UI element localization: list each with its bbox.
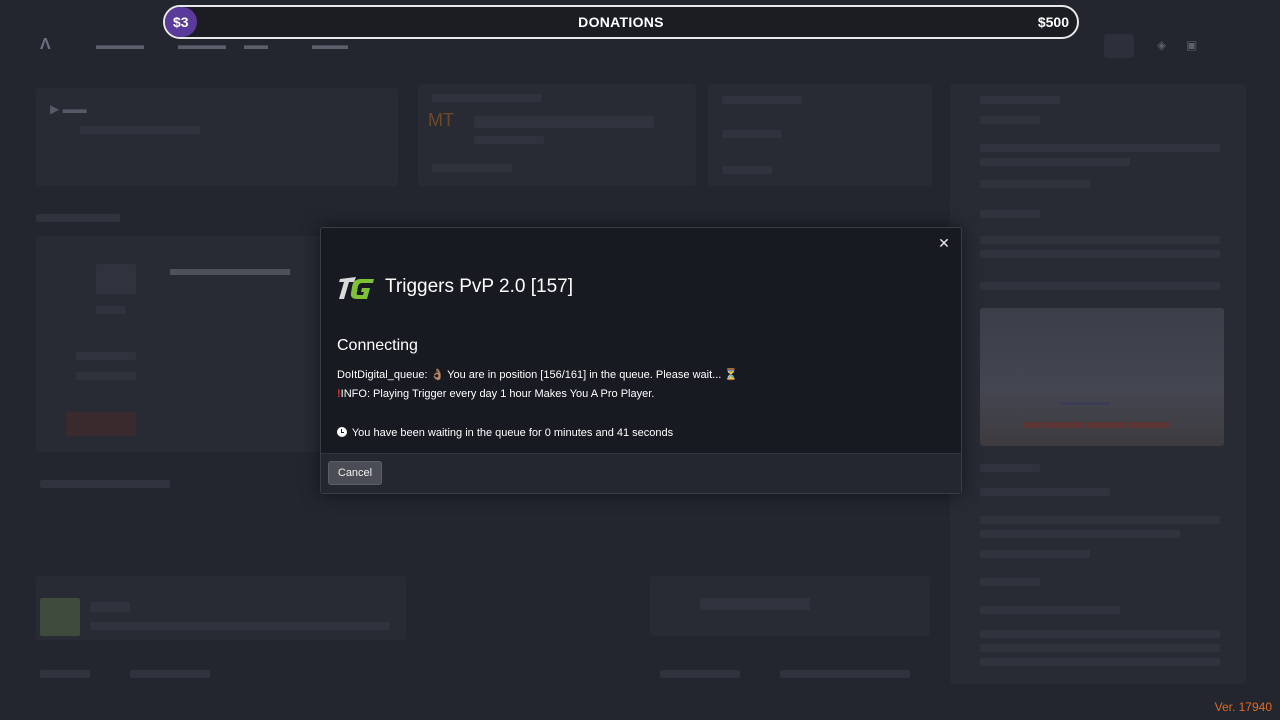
background-line <box>722 166 772 174</box>
background-line <box>722 130 782 138</box>
ok-hand-icon: 👌🏽 <box>430 369 445 381</box>
queue-message-prefix: DoItDigital_queue: <box>337 369 428 381</box>
background-line <box>130 670 210 678</box>
background-line <box>980 116 1040 124</box>
background-line <box>980 550 1090 558</box>
donation-goal-amount: $500 <box>1037 14 1069 30</box>
wait-time-text: You have been waiting in the queue for 0… <box>351 427 674 439</box>
background-line <box>980 606 1120 614</box>
background-line <box>980 180 1090 188</box>
status-heading: Connecting <box>337 337 418 354</box>
background-line <box>980 158 1130 166</box>
background-avatar <box>40 598 80 636</box>
background-line <box>980 530 1180 538</box>
background-line <box>780 670 910 678</box>
background-line <box>96 264 136 294</box>
background-card <box>708 84 932 186</box>
promo-banner-image: ▬▬▬▬▬ ▬▬▬▬▬▬▬ <box>980 308 1224 446</box>
app-logo-icon: Λ <box>40 36 51 53</box>
cancel-button[interactable]: Cancel <box>328 461 382 485</box>
background-line <box>36 214 120 222</box>
version-label: Ver. 17940 <box>1214 700 1272 714</box>
background-line <box>76 352 136 360</box>
background-line <box>700 598 810 610</box>
background-line <box>80 126 200 134</box>
background-line <box>980 464 1040 472</box>
dialog-footer: Cancel <box>321 453 961 493</box>
nav-item: ▬▬ <box>244 38 268 52</box>
background-card: MT <box>418 84 696 186</box>
background-line <box>980 236 1220 244</box>
background-line <box>980 250 1220 258</box>
background-line <box>40 480 170 488</box>
connecting-dialog: ✕ Triggers PvP 2.0 [157] Connecting DoIt… <box>320 227 962 494</box>
background-line <box>90 622 390 630</box>
nav-item: ▬▬▬▬ <box>178 38 226 52</box>
background-card <box>650 576 930 636</box>
background-line <box>980 578 1040 586</box>
background-line <box>474 116 654 128</box>
background-text: ▶ ▬▬ <box>50 102 87 116</box>
hourglass-icon: ⏳ <box>724 369 739 381</box>
nav-item: ▬▬▬▬ <box>96 38 144 52</box>
close-icon[interactable]: ✕ <box>935 234 953 252</box>
background-card: ▶ ▬▬ <box>36 88 398 186</box>
info-message-text: INFO: Playing Trigger every day 1 hour M… <box>340 388 655 400</box>
background-line <box>980 630 1220 638</box>
wait-time-message: You have been waiting in the queue for 0… <box>337 427 673 439</box>
background-line <box>980 658 1220 666</box>
donation-label: DONATIONS <box>578 14 664 30</box>
background-line <box>76 372 136 380</box>
background-title: ▬▬▬▬▬▬ <box>170 258 290 280</box>
background-logo: MT <box>428 110 454 130</box>
background-line <box>980 516 1220 524</box>
background-line <box>980 644 1220 652</box>
donation-progress-bar: $3 DONATIONS $500 <box>163 5 1079 39</box>
background-line <box>40 670 90 678</box>
queue-message: DoItDigital_queue: 👌🏽 You are in positio… <box>337 368 738 381</box>
background-card: ▬▬▬▬▬▬ <box>36 236 336 452</box>
nav-item: ▬▬▬ <box>312 38 348 52</box>
server-name: Triggers PvP 2.0 [157] <box>385 276 573 297</box>
background-line <box>980 144 1220 152</box>
tg-logo-icon <box>339 277 374 299</box>
background-line <box>980 282 1220 290</box>
background-line <box>980 210 1040 218</box>
background-line <box>980 96 1060 104</box>
promo-banner-logo: ▬▬▬▬▬ <box>1060 397 1110 408</box>
background-card <box>36 576 406 640</box>
info-message: !INFO: Playing Trigger every day 1 hour … <box>337 388 654 400</box>
background-line <box>474 136 544 144</box>
background-line <box>432 94 542 102</box>
background-line <box>660 670 740 678</box>
background-button <box>66 412 136 436</box>
clock-icon <box>337 427 347 437</box>
nav-icon: ◈ <box>1157 38 1167 52</box>
background-line <box>980 488 1110 496</box>
nav-button <box>1104 34 1134 58</box>
nav-icon: ▣ <box>1186 38 1198 52</box>
promo-banner-art: ▬▬▬▬▬▬▬ <box>1024 411 1171 433</box>
background-line <box>96 306 126 314</box>
queue-position-text: You are in position [156/161] in the que… <box>447 369 722 381</box>
background-line <box>432 164 512 172</box>
background-line <box>722 96 802 104</box>
background-line <box>90 602 130 612</box>
